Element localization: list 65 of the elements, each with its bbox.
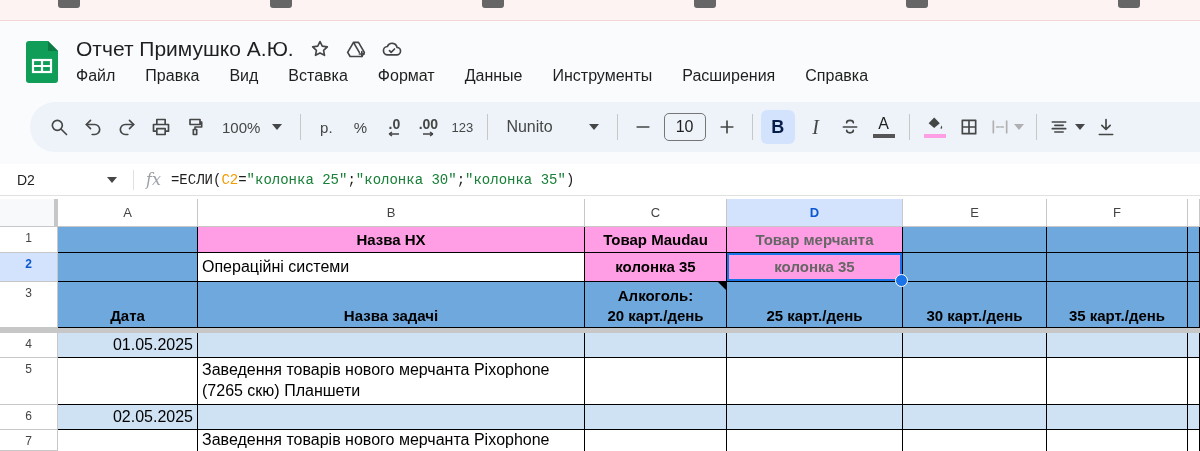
row-header[interactable]: 6 [0, 405, 58, 430]
column-header[interactable]: B [198, 199, 585, 227]
table-cell: Назва задачі [198, 282, 585, 328]
undo-icon[interactable] [83, 117, 103, 137]
row-header[interactable]: 3 [0, 282, 58, 328]
row-header[interactable]: 1 [0, 227, 58, 253]
italic-button[interactable]: I [798, 110, 833, 144]
table-cell: Заведення товарів нового мерчанта Pixophone (7265 скю) Планшети [198, 358, 585, 405]
column-header[interactable]: E [903, 199, 1047, 227]
table-cell: Назва НХ [198, 227, 585, 253]
column-header[interactable]: A [58, 199, 198, 227]
caret-icon[interactable] [588, 124, 599, 130]
formula-text[interactable]: =ЕСЛИ(C2="колонка 25";"колонка 30";"колонка 35") [170, 171, 575, 188]
table-cell: Алкоголь: 20 карт./день [585, 282, 727, 328]
table-cell: Операційні системи [198, 253, 585, 282]
table-cell: колонка 35 [585, 253, 727, 282]
menu-item[interactable]: Формат [367, 67, 445, 85]
arrow-icon [388, 131, 401, 137]
currency-button[interactable]: р. [309, 110, 344, 144]
row-header[interactable]: 7 [0, 430, 58, 451]
increase-decimals-button[interactable]: .00 [411, 110, 446, 144]
table-cell: 35 карт./день [1047, 282, 1188, 328]
number-format-button[interactable]: 123 [445, 110, 480, 144]
zoom-select[interactable]: 100% [212, 110, 293, 144]
function-label: fx [146, 170, 161, 189]
cell-reference[interactable]: D2 [0, 171, 107, 188]
table-cell: 25 карт./день [727, 282, 903, 328]
redo-icon[interactable] [117, 117, 137, 137]
menu-item[interactable]: Файл [66, 67, 126, 85]
menu-item[interactable]: Вставка [278, 67, 358, 85]
menu-item[interactable]: Данные [454, 67, 533, 85]
table-cell: 30 карт./день [903, 282, 1047, 328]
row-header[interactable]: 4 [0, 333, 58, 358]
search-icon[interactable] [49, 117, 69, 137]
arrow-icon [422, 131, 435, 137]
table-cell: Товар мерчанта [727, 227, 903, 253]
table-cell: 01.05.2025 [58, 333, 198, 358]
menu-item[interactable]: Вид [219, 67, 269, 85]
text-color-button[interactable]: A [866, 110, 901, 144]
row-header[interactable]: 2 [0, 253, 58, 282]
sheets-logo[interactable] [26, 41, 58, 83]
menu-item[interactable]: Справка [795, 67, 879, 85]
menu-item[interactable]: Инструменты [542, 67, 663, 85]
column-header[interactable]: F [1047, 199, 1188, 227]
table-cell: 02.05.2025 [58, 405, 198, 430]
caret-icon[interactable] [107, 176, 117, 183]
column-header[interactable]: D [727, 199, 903, 227]
menu-item[interactable]: Расширения [672, 67, 786, 85]
caret-icon[interactable] [272, 124, 283, 130]
row-header[interactable]: 5 [0, 358, 58, 405]
bold-button[interactable]: B [760, 110, 795, 144]
table-cell: Товар Maudau [585, 227, 727, 253]
document-title[interactable]: Отчет Примушко А.Ю. [76, 37, 294, 61]
percent-button[interactable]: % [343, 110, 378, 144]
menu-item[interactable]: Правка [135, 67, 210, 85]
print-icon[interactable] [151, 117, 171, 137]
decrease-decimals-button[interactable]: .0 [377, 110, 412, 144]
font-size-field[interactable]: 10 [663, 113, 706, 141]
table-cell: Дата [58, 282, 198, 328]
cloud-check-icon[interactable] [381, 39, 402, 59]
star-icon[interactable] [309, 39, 330, 59]
column-header[interactable]: C [585, 199, 727, 227]
drive-add-icon[interactable] [345, 39, 366, 59]
font-select[interactable]: Nunito [496, 110, 609, 144]
caret-icon[interactable] [1074, 124, 1085, 130]
